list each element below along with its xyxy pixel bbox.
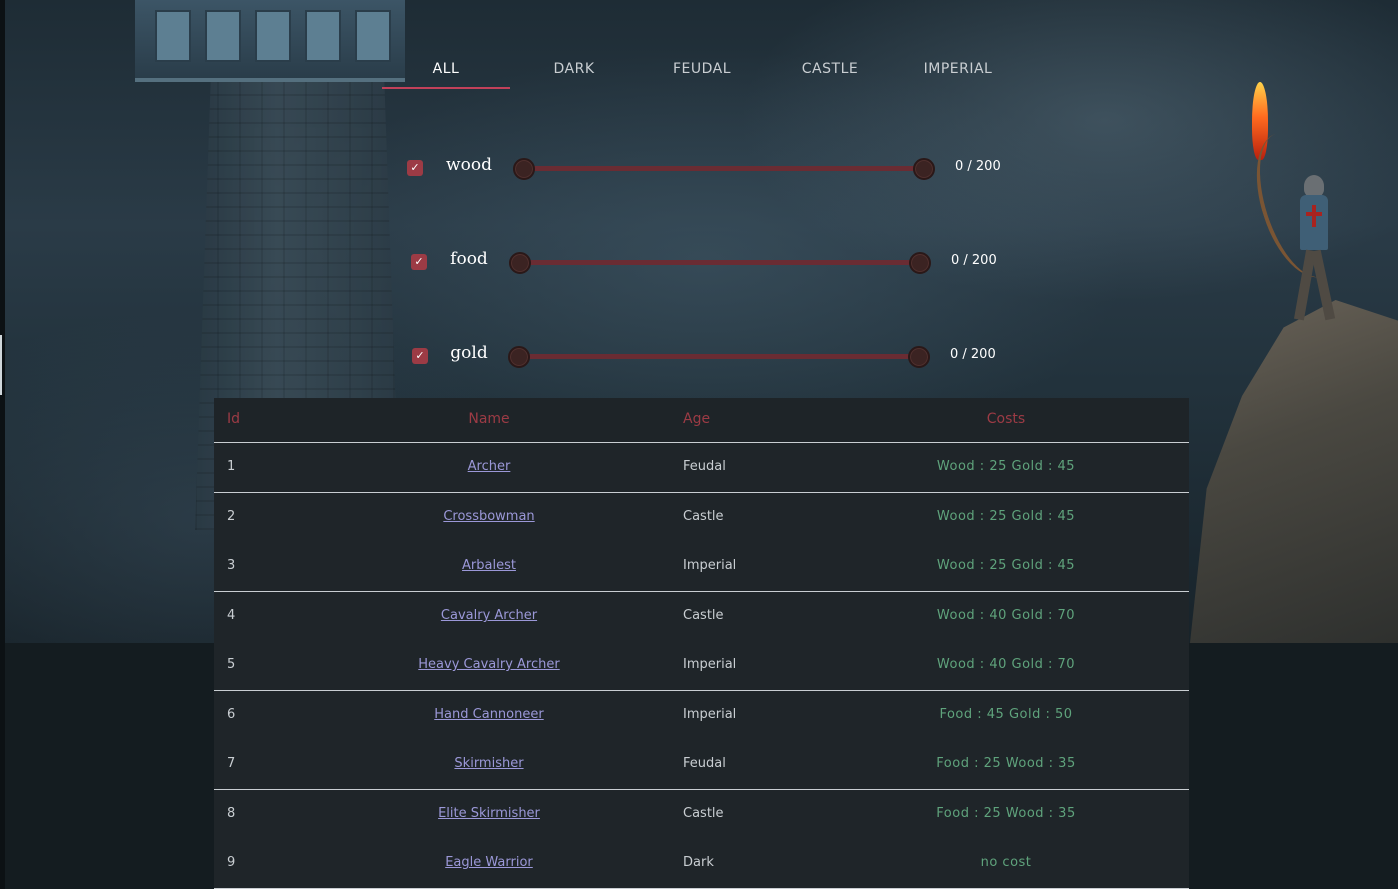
cell-age: Imperial (683, 707, 737, 722)
unit-link[interactable]: Skirmisher (384, 756, 594, 771)
filter-row-food: ✓ food 0 / 200 (405, 247, 1025, 277)
unit-link[interactable]: Eagle Warrior (384, 855, 594, 870)
wood-slider-track[interactable] (522, 166, 922, 171)
tower-top-illustration (135, 0, 405, 82)
table-row: 9 Eagle Warrior Dark no cost (214, 839, 1189, 889)
tab-dark[interactable]: DARK (510, 50, 638, 88)
food-slider-min-handle[interactable] (509, 252, 531, 274)
check-icon: ✓ (415, 349, 425, 362)
cell-costs: no cost (980, 855, 1032, 870)
wood-range-value: 0 / 200 (955, 159, 1001, 174)
unit-link[interactable]: Elite Skirmisher (384, 806, 594, 821)
archer-helmet (1304, 175, 1324, 197)
cell-costs: Wood : 40 Gold : 70 (936, 608, 1076, 623)
tab-feudal[interactable]: FEUDAL (638, 50, 766, 88)
gold-slider-max-handle[interactable] (908, 346, 930, 368)
cell-id: 7 (227, 756, 236, 771)
cell-age: Castle (683, 806, 724, 821)
tunic-cross (1306, 212, 1322, 216)
cell-costs: Wood : 25 Gold : 45 (936, 558, 1076, 573)
food-slider-max-handle[interactable] (909, 252, 931, 274)
unit-link[interactable]: Archer (384, 459, 594, 474)
header-id[interactable]: Id (227, 411, 240, 427)
cell-id: 8 (227, 806, 236, 821)
cell-age: Feudal (683, 756, 726, 771)
wood-label: wood (446, 155, 492, 175)
gold-slider-track[interactable] (517, 354, 917, 359)
archer-illustration (1290, 175, 1338, 325)
food-range-value: 0 / 200 (951, 253, 997, 268)
gold-label: gold (450, 343, 488, 363)
table-row: 8 Elite Skirmisher Castle Food : 25 Wood… (214, 790, 1189, 840)
tower-window (205, 10, 241, 62)
cell-age: Feudal (683, 459, 726, 474)
cell-id: 6 (227, 707, 236, 722)
wood-slider-min-handle[interactable] (513, 158, 535, 180)
cell-id: 3 (227, 558, 236, 573)
cell-age: Castle (683, 608, 724, 623)
tab-imperial[interactable]: IMPERIAL (894, 50, 1022, 88)
edge-marker (0, 335, 2, 395)
filter-row-gold: ✓ gold 0 / 200 (405, 341, 1025, 371)
food-checkbox[interactable]: ✓ (411, 254, 427, 270)
table-row: 7 Skirmisher Feudal Food : 25 Wood : 35 (214, 740, 1189, 790)
table-row: 6 Hand Cannoneer Imperial Food : 45 Gold… (214, 691, 1189, 741)
gold-range-value: 0 / 200 (950, 347, 996, 362)
wood-slider-max-handle[interactable] (913, 158, 935, 180)
table-row: 1 Archer Feudal Wood : 25 Gold : 45 (214, 443, 1189, 493)
wood-checkbox[interactable]: ✓ (407, 160, 423, 176)
cell-id: 1 (227, 459, 236, 474)
unit-link[interactable]: Crossbowman (384, 509, 594, 524)
tab-castle[interactable]: CASTLE (766, 50, 894, 88)
archer-leg (1310, 249, 1336, 321)
unit-link[interactable]: Heavy Cavalry Archer (384, 657, 594, 672)
tower-window (155, 10, 191, 62)
gold-checkbox[interactable]: ✓ (412, 348, 428, 364)
table-header: Id Name Age Costs (214, 398, 1189, 443)
unit-link[interactable]: Hand Cannoneer (384, 707, 594, 722)
age-tabs: ALL DARK FEUDAL CASTLE IMPERIAL (382, 50, 1022, 90)
header-name[interactable]: Name (384, 411, 594, 427)
tower-window (255, 10, 291, 62)
check-icon: ✓ (414, 255, 424, 268)
header-age[interactable]: Age (683, 411, 710, 427)
cell-costs: Food : 25 Wood : 35 (936, 806, 1076, 821)
tower-window (305, 10, 341, 62)
cell-age: Dark (683, 855, 714, 870)
table-row: 2 Crossbowman Castle Wood : 25 Gold : 45 (214, 493, 1189, 543)
food-label: food (450, 249, 488, 269)
tunic-cross (1312, 205, 1316, 227)
units-table: Id Name Age Costs 1 Archer Feudal Wood :… (214, 398, 1189, 889)
table-row: 4 Cavalry Archer Castle Wood : 40 Gold :… (214, 592, 1189, 642)
filter-row-wood: ✓ wood 0 / 200 (405, 153, 1025, 183)
unit-link[interactable]: Arbalest (384, 558, 594, 573)
check-icon: ✓ (410, 161, 420, 174)
cell-id: 4 (227, 608, 236, 623)
cell-costs: Food : 45 Gold : 50 (939, 707, 1073, 722)
food-slider-track[interactable] (518, 260, 918, 265)
cell-age: Castle (683, 509, 724, 524)
table-row: 3 Arbalest Imperial Wood : 25 Gold : 45 (214, 542, 1189, 592)
cell-costs: Food : 25 Wood : 35 (936, 756, 1076, 771)
cell-costs: Wood : 25 Gold : 45 (936, 509, 1076, 524)
cell-age: Imperial (683, 657, 737, 672)
gold-slider-min-handle[interactable] (508, 346, 530, 368)
cell-costs: Wood : 40 Gold : 70 (936, 657, 1076, 672)
tab-all[interactable]: ALL (382, 50, 510, 88)
header-costs[interactable]: Costs (854, 411, 1158, 427)
unit-link[interactable]: Cavalry Archer (384, 608, 594, 623)
cell-id: 2 (227, 509, 236, 524)
cell-costs: Wood : 25 Gold : 45 (936, 459, 1076, 474)
active-tab-indicator (382, 87, 510, 89)
cell-age: Imperial (683, 558, 737, 573)
table-row: 5 Heavy Cavalry Archer Imperial Wood : 4… (214, 641, 1189, 691)
cell-id: 9 (227, 855, 236, 870)
cell-id: 5 (227, 657, 236, 672)
